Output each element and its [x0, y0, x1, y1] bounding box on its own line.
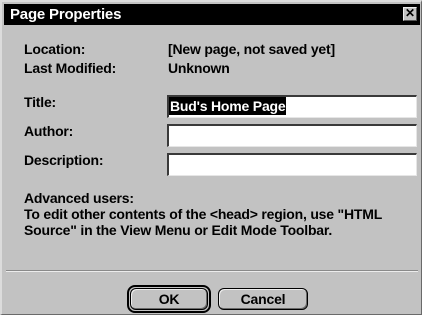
page-properties-dialog: Page Properties ✕ Location: [New page, n… — [0, 0, 422, 315]
author-field[interactable] — [167, 124, 417, 147]
description-field[interactable] — [167, 153, 417, 176]
title-label: Title: — [24, 94, 56, 110]
advanced-users-heading: Advanced users: — [24, 190, 134, 206]
advanced-users-text: To edit other contents of the <head> reg… — [24, 206, 382, 238]
last-modified-label: Last Modified: — [24, 60, 117, 76]
author-label: Author: — [24, 123, 74, 139]
title-field[interactable] — [167, 95, 417, 118]
window-title: Page Properties — [10, 6, 122, 23]
ok-button[interactable]: OK — [130, 288, 208, 310]
cancel-button[interactable]: Cancel — [218, 288, 308, 310]
separator — [6, 270, 418, 272]
location-value: [New page, not saved yet] — [168, 41, 335, 57]
title-bar[interactable]: Page Properties ✕ — [4, 4, 420, 25]
close-icon[interactable]: ✕ — [403, 7, 417, 21]
advanced-users-note: Advanced users: To edit other contents o… — [24, 190, 420, 238]
last-modified-value: Unknown — [168, 60, 230, 76]
location-label: Location: — [24, 41, 86, 57]
description-label: Description: — [24, 152, 104, 168]
